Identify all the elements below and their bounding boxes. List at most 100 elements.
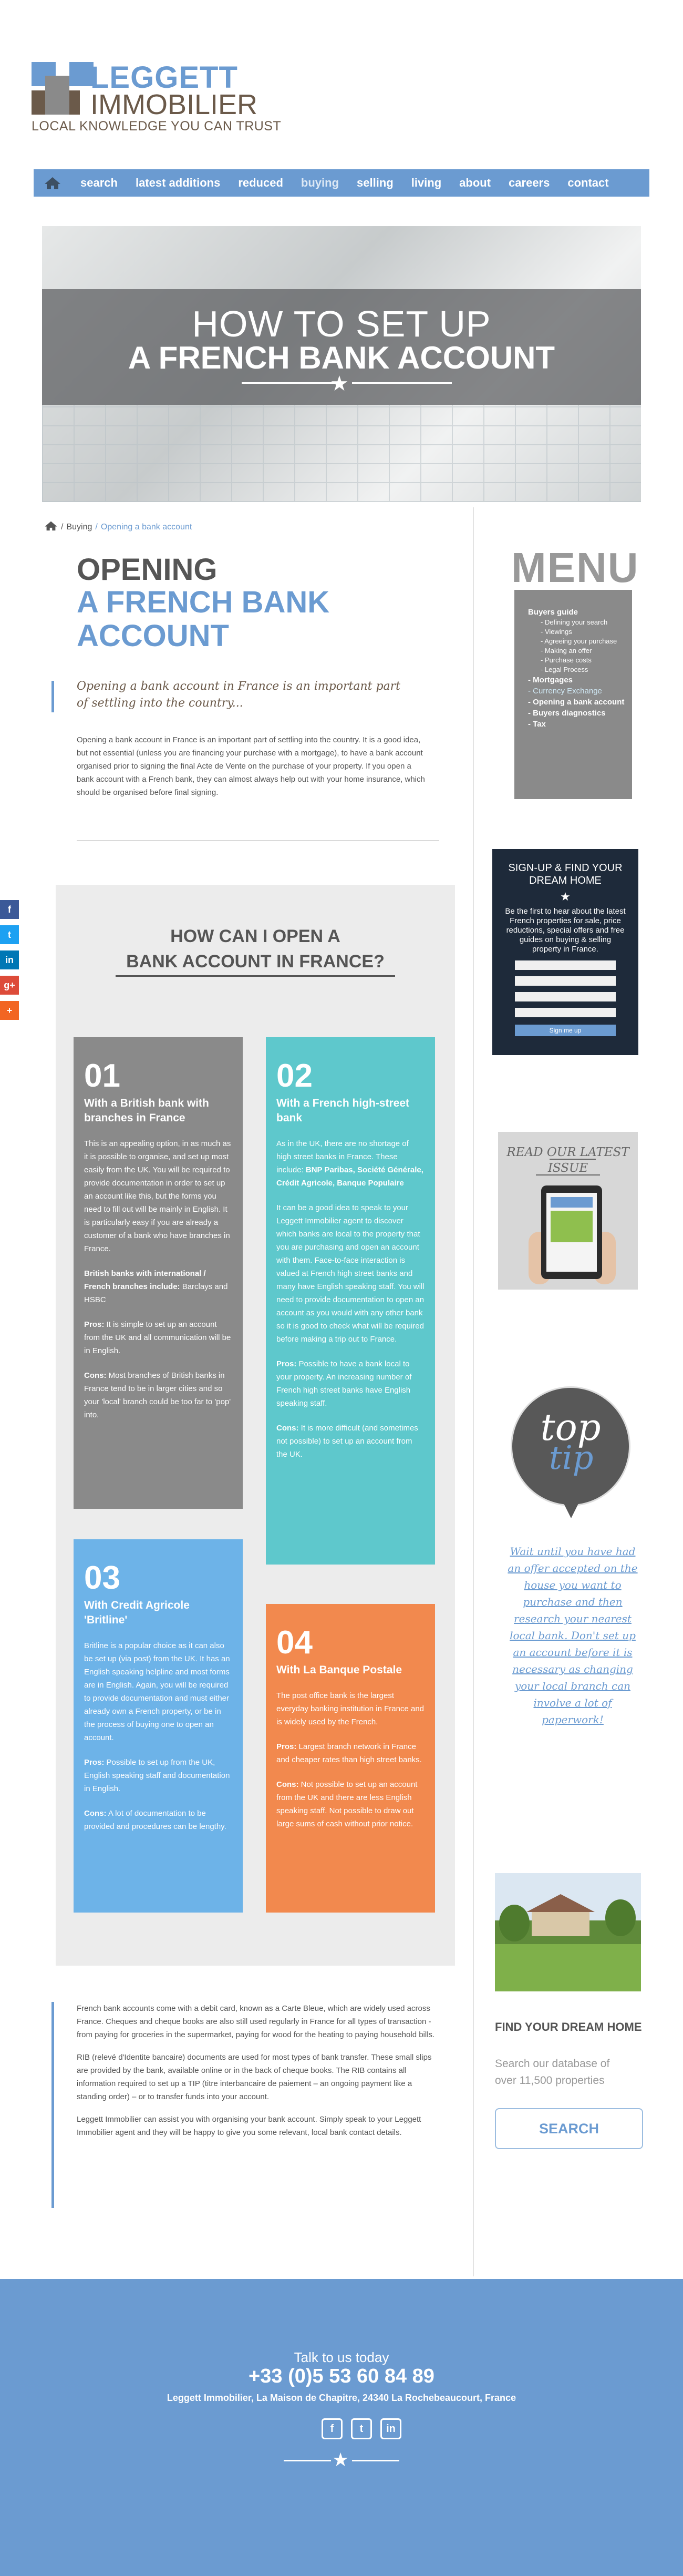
- search-button[interactable]: SEARCH: [495, 2108, 643, 2149]
- facebook-icon[interactable]: f: [322, 2418, 343, 2439]
- signup-button[interactable]: Sign me up: [515, 1025, 616, 1036]
- menu-item[interactable]: - Tax: [528, 719, 632, 730]
- logo[interactable]: LEGGETT IMMOBILIER LOCAL KNOWLEDGE YOU C…: [32, 60, 281, 136]
- breadcrumb-buying[interactable]: Buying: [66, 523, 92, 532]
- signup-description: Be the first to hear about the latest Fr…: [505, 907, 626, 954]
- option-card-british-bank: 01 With a British bank with branches in …: [74, 1037, 243, 1509]
- option-number: 04: [276, 1624, 313, 1661]
- footer-divider-left: [284, 2460, 331, 2461]
- googleplus-icon[interactable]: g+: [0, 976, 19, 995]
- linkedin-icon[interactable]: in: [0, 950, 19, 969]
- nav-item-living[interactable]: living: [402, 169, 450, 197]
- property-image[interactable]: [495, 1873, 641, 1991]
- menu-item[interactable]: - Purchase costs: [528, 656, 632, 665]
- nav-item-careers[interactable]: careers: [500, 169, 558, 197]
- hero-title-line2: A FRENCH BANK ACCOUNT: [128, 340, 555, 375]
- twitter-icon[interactable]: t: [0, 925, 19, 944]
- nav-item-about[interactable]: about: [450, 169, 500, 197]
- menu-item[interactable]: - Legal Process: [528, 665, 632, 674]
- page-title-line1: OPENING: [77, 553, 218, 587]
- menu-item[interactable]: - Buyers diagnostics: [528, 708, 632, 719]
- option-cons: Cons: Not possible to set up an account …: [276, 1780, 418, 1828]
- menu-item[interactable]: - Defining your search: [528, 618, 632, 627]
- option-card-french-bank: 02 With a French high-street bank As in …: [266, 1037, 435, 1565]
- menu-item[interactable]: - Viewings: [528, 627, 632, 637]
- option-description: Britline is a popular choice as it can a…: [84, 1641, 230, 1742]
- menu-item[interactable]: - Opening a bank account: [528, 697, 632, 708]
- menu-item[interactable]: - Currency Exchange: [528, 686, 632, 697]
- signup-field[interactable]: [515, 976, 616, 986]
- page: LEGGETT IMMOBILIER LOCAL KNOWLEDGE YOU C…: [0, 0, 683, 2576]
- link-underline: [550, 1159, 596, 1160]
- logo-mark: [32, 62, 94, 115]
- menu-item[interactable]: - Agreeing your purchase: [528, 637, 632, 646]
- latest-issue-link[interactable]: READ OUR LATEST ISSUE: [498, 1144, 638, 1176]
- hero-divider-right: [352, 382, 452, 384]
- menu-item[interactable]: Buyers guide: [528, 607, 632, 618]
- footer-talk: Talk to us today: [294, 2349, 389, 2365]
- intro-paragraph: Opening a bank account in France is an i…: [77, 735, 425, 797]
- sidebar-menu: MENU Buyers guide - Defining your search -…: [511, 544, 639, 799]
- twitter-icon[interactable]: t: [351, 2418, 372, 2439]
- lead-quote: Opening a bank account in France is an i…: [77, 680, 401, 710]
- link-underline: [536, 1174, 600, 1175]
- footer-phone[interactable]: +33 (0)5 53 60 84 89: [0, 2365, 683, 2388]
- option-description: This is an appealing option, in as much …: [84, 1139, 231, 1253]
- signup-field[interactable]: [515, 992, 616, 1001]
- option-number: 02: [276, 1058, 313, 1094]
- more-icon[interactable]: +: [0, 1001, 19, 1020]
- option-pros: Pros: Largest branch network in France a…: [276, 1742, 422, 1764]
- hero-banner: HOW TO SET UP A FRENCH BANK ACCOUNT ★: [42, 226, 641, 502]
- breadcrumb: / Buying / Opening a bank account: [44, 520, 192, 534]
- home-icon[interactable]: [34, 169, 71, 197]
- latest-issue-promo[interactable]: READ OUR LATEST ISSUE: [498, 1132, 638, 1290]
- linkedin-icon[interactable]: in: [380, 2418, 401, 2439]
- nav-item-buying[interactable]: buying: [292, 169, 348, 197]
- closing-paragraph: Leggett Immobilier can assist you with o…: [77, 2115, 421, 2137]
- star-icon: ★: [560, 890, 571, 903]
- signup-title: SIGN-UP & FIND YOUR DREAM HOME: [508, 862, 623, 886]
- menu-item[interactable]: - Making an offer: [528, 646, 632, 656]
- hero-background: [42, 405, 641, 502]
- footer-social: f t in: [322, 2418, 401, 2439]
- nav-item-search[interactable]: search: [71, 169, 127, 197]
- option-cons: Cons: A lot of documentation to be provi…: [84, 1809, 226, 1831]
- option-card-banque-postale: 04 With La Banque Postale The post offic…: [266, 1604, 435, 1913]
- heading-underline: [116, 975, 395, 977]
- star-icon: ★: [332, 2449, 349, 2470]
- menu-list: Buyers guide - Defining your search - View…: [514, 590, 632, 799]
- nav-item-contact[interactable]: contact: [558, 169, 617, 197]
- option-title: With a French high-street bank: [276, 1097, 409, 1124]
- logo-name: LEGGETT: [90, 60, 238, 95]
- nav-item-reduced[interactable]: reduced: [229, 169, 292, 197]
- option-title: With a British bank with branches in Fra…: [84, 1097, 209, 1124]
- option-examples: British banks with international / Frenc…: [84, 1269, 228, 1304]
- option-number: 03: [84, 1560, 120, 1596]
- closing-text: French bank accounts come with a debit c…: [77, 2002, 439, 2149]
- closing-paragraph: RIB (relevé d'Identite bancaire) documen…: [77, 2053, 432, 2101]
- tablet-image: [541, 1185, 602, 1279]
- facebook-icon[interactable]: f: [0, 900, 19, 919]
- footer-divider-right: [352, 2460, 399, 2461]
- option-cons: Cons: Most branches of British banks in …: [84, 1371, 231, 1419]
- option-cons: Cons: It is more difficult (and sometime…: [276, 1424, 418, 1459]
- signup-field[interactable]: [515, 1008, 616, 1017]
- quote-bar: [51, 681, 54, 712]
- closing-paragraph: French bank accounts come with a debit c…: [77, 2004, 435, 2039]
- find-home-title: FIND YOUR DREAM HOME: [495, 2020, 642, 2033]
- top-tip-text: Wait until you have had an offer accepte…: [508, 1545, 638, 1726]
- footer-address: Leggett Immobilier, La Maison de Chapitr…: [167, 2393, 516, 2403]
- page-title-line2: A FRENCH BANK ACCOUNT: [77, 585, 330, 653]
- nav-item-selling[interactable]: selling: [348, 169, 402, 197]
- divider: [77, 840, 439, 841]
- hero-title-line1: HOW TO SET UP: [192, 303, 491, 344]
- nav-item-latest-additions[interactable]: latest additions: [127, 169, 229, 197]
- top-tip-word2: tip: [549, 1438, 594, 1477]
- option-number: 01: [84, 1058, 120, 1094]
- footer: Talk to us today +33 (0)5 53 60 84 89 Le…: [0, 2279, 683, 2576]
- menu-title: MENU: [511, 544, 639, 591]
- signup-field[interactable]: [515, 960, 616, 970]
- menu-item[interactable]: - Mortgages: [528, 674, 632, 686]
- option-description: The post office bank is the largest ever…: [276, 1691, 425, 1726]
- home-icon[interactable]: [44, 520, 58, 534]
